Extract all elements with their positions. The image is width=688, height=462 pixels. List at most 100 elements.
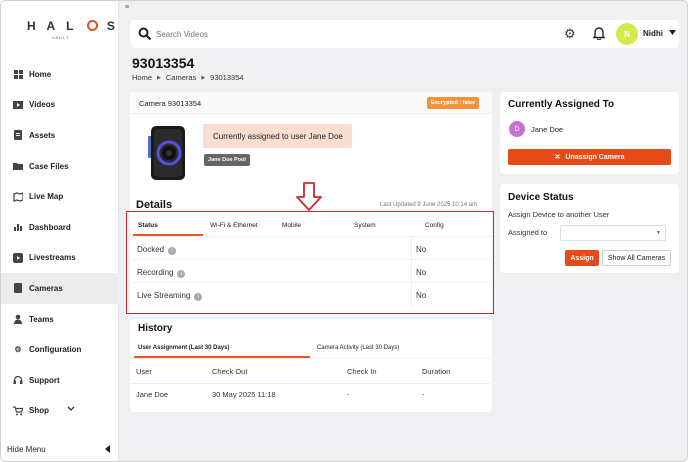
hide-menu-label: Hide Menu [7, 445, 46, 454]
breadcrumb-separator-icon: ▶ [201, 74, 206, 81]
tab-user-assignment[interactable]: User Assignment (Last 30 Days) [138, 345, 229, 351]
sidebar-item-label: Live Map [29, 192, 64, 202]
column-header: Check In [347, 367, 377, 376]
sidebar-item-case-files[interactable]: Case Files [1, 151, 119, 182]
details-tabs: Status Wi-Fi & Ethernet Mobile System Co… [127, 212, 492, 237]
currently-assigned-card: Currently Assigned To D Jane Doe ✕ Unass… [500, 92, 679, 174]
device-status-card: Device Status Assign Device to another U… [500, 184, 679, 273]
currently-assigned-title: Currently Assigned To [508, 99, 615, 110]
status-value: No [416, 291, 427, 300]
menu-icon[interactable]: ≡ [125, 4, 129, 11]
annotation-down-arrow-icon [295, 182, 323, 212]
history-cell-duration: - [422, 390, 425, 399]
chart-icon [13, 222, 23, 232]
sidebar: H A L S VAULT Home Videos Assets Case Fi… [1, 1, 119, 461]
cart-icon [13, 406, 23, 416]
tab-status[interactable]: Status [138, 222, 158, 229]
sidebar-item-label: Case Files [29, 161, 69, 171]
person-icon [13, 314, 23, 325]
device-status-title: Device Status [508, 192, 574, 203]
last-updated: Last Updated 9 June 2025 10:14 am [380, 202, 478, 208]
sidebar-item-label: Videos [29, 100, 56, 110]
user-name[interactable]: Nidhi [643, 29, 663, 38]
hide-menu-button[interactable]: Hide Menu [7, 445, 111, 455]
folder-icon [13, 161, 23, 171]
chevron-down-icon: ▼ [656, 230, 661, 236]
user-avatar[interactable]: N [616, 23, 638, 45]
unassign-label: Unassign Camera [565, 153, 625, 161]
assign-button[interactable]: Assign [565, 250, 599, 266]
gear-icon: ⚙ [14, 345, 22, 355]
encrypted-badge: Encrypted : false [427, 97, 479, 109]
status-label: Docked [137, 245, 165, 254]
details-highlight-box: Status Wi-Fi & Ethernet Mobile System Co… [126, 211, 494, 314]
chevron-down-icon[interactable] [669, 28, 676, 37]
map-icon [13, 192, 23, 202]
device-status-subtitle: Assign Device to another User [508, 210, 610, 219]
breadcrumb-home[interactable]: Home [132, 73, 152, 82]
active-tab-indicator [133, 234, 203, 236]
breadcrumb-separator-icon: ▶ [157, 74, 161, 81]
document-icon [13, 130, 23, 141]
bell-icon[interactable] [592, 26, 606, 41]
logo-ring-icon [86, 20, 98, 31]
breadcrumb-cameras[interactable]: Cameras [166, 73, 196, 82]
search-icon [138, 27, 152, 41]
status-row: Live Streaming i No [133, 284, 490, 306]
assign-user-select[interactable]: ▼ [560, 225, 666, 241]
sidebar-item-label: Home [29, 69, 52, 79]
breadcrumb-current: 93013354 [210, 73, 244, 82]
sidebar-item-assets[interactable]: Assets [1, 120, 119, 151]
history-title: History [138, 323, 173, 334]
sidebar-nav: Home Videos Assets Case Files Live Map D… [1, 59, 119, 426]
sidebar-item-cameras[interactable]: Cameras [1, 273, 119, 304]
camera-header-title: Camera 93013354 [139, 99, 202, 108]
tab-camera-activity[interactable]: Camera Activity (Last 30 Days) [317, 345, 399, 351]
sidebar-item-shop[interactable]: Shop [1, 396, 119, 427]
tab-wifi-ethernet[interactable]: Wi-Fi & Ethernet [210, 222, 258, 229]
details-title: Details [136, 199, 173, 211]
chevron-down-icon[interactable] [67, 405, 75, 414]
sidebar-item-videos[interactable]: Videos [1, 90, 119, 121]
sidebar-item-support[interactable]: Support [1, 365, 119, 396]
close-icon: ✕ [554, 154, 561, 161]
column-header: Check Out [212, 367, 248, 376]
status-row: Recording i No [133, 261, 490, 283]
tab-system[interactable]: System [354, 222, 376, 229]
assignee-avatar: D [509, 121, 525, 137]
sidebar-item-label: Support [29, 375, 60, 385]
sidebar-item-teams[interactable]: Teams [1, 304, 119, 335]
show-all-cameras-button[interactable]: Show All Cameras [602, 250, 671, 266]
sidebar-item-live-map[interactable]: Live Map [1, 181, 119, 212]
status-value: No [416, 245, 427, 254]
info-icon[interactable]: i [168, 247, 177, 255]
play-icon [13, 252, 23, 263]
settings-gear-icon[interactable]: ⚙ [564, 26, 576, 42]
page-title: 93013354 [132, 55, 195, 71]
top-bar: ⚙ N Nidhi [130, 20, 679, 48]
assigned-to-label: Assigned to [508, 228, 548, 237]
column-header: User [136, 367, 152, 376]
assignment-notice: Currently assigned to user Jane Doe [203, 124, 352, 148]
breadcrumb: Home ▶ Cameras ▶ 93013354 [132, 73, 244, 82]
tab-mobile[interactable]: Mobile [282, 222, 301, 229]
grid-icon [13, 69, 23, 79]
column-header: Duration [422, 367, 451, 376]
status-row: Docked i No [133, 238, 490, 260]
sidebar-item-configuration[interactable]: ⚙ Configuration [1, 334, 119, 365]
body-camera-image [147, 124, 187, 182]
unassign-camera-button[interactable]: ✕ Unassign Camera [508, 149, 671, 165]
sidebar-item-label: Cameras [29, 283, 63, 293]
tab-config[interactable]: Config [425, 222, 444, 229]
sidebar-item-label: Teams [29, 314, 54, 324]
sidebar-item-home[interactable]: Home [1, 59, 119, 90]
search-input[interactable] [156, 26, 456, 42]
info-icon[interactable]: i [194, 293, 203, 301]
status-label: Recording [137, 268, 174, 277]
video-icon [13, 100, 23, 110]
sidebar-item-livestreams[interactable]: Livestreams [1, 243, 119, 274]
halos-logo: H A L S VAULT [27, 19, 119, 40]
sidebar-item-dashboard[interactable]: Dashboard [1, 212, 119, 243]
camera-card-header: Camera 93013354 Encrypted : false [130, 92, 492, 114]
info-icon[interactable]: i [177, 270, 186, 278]
